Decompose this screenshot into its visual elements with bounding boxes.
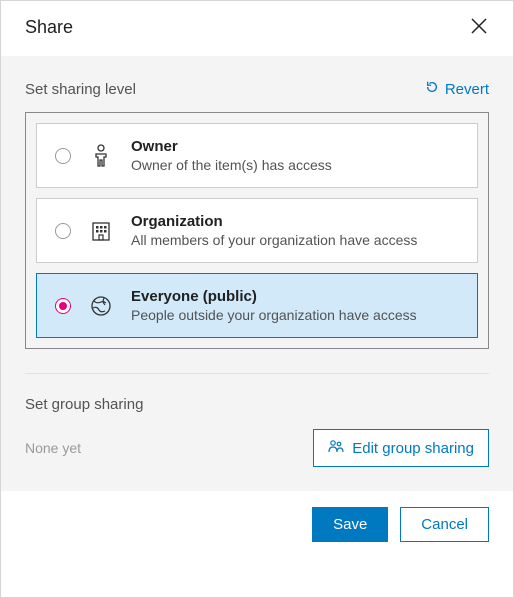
option-organization-title: Organization (131, 213, 459, 230)
edit-group-sharing-label: Edit group sharing (352, 440, 474, 457)
option-everyone[interactable]: Everyone (public) People outside your or… (36, 273, 478, 338)
option-everyone-title: Everyone (public) (131, 288, 459, 305)
option-owner-text: Owner Owner of the item(s) has access (131, 138, 459, 173)
close-button[interactable] (469, 18, 489, 38)
dialog-title: Share (25, 17, 73, 38)
save-button[interactable]: Save (312, 507, 388, 542)
option-everyone-desc: People outside your organization have ac… (131, 307, 459, 323)
revert-icon (425, 80, 439, 98)
dialog-body: Set sharing level Revert Owner Owner of … (1, 56, 513, 491)
close-icon (470, 17, 488, 38)
revert-button[interactable]: Revert (425, 80, 489, 98)
dialog-header: Share (1, 1, 513, 56)
option-everyone-text: Everyone (public) People outside your or… (131, 288, 459, 323)
globe-icon (89, 294, 113, 318)
option-organization-text: Organization All members of your organiz… (131, 213, 459, 248)
option-owner[interactable]: Owner Owner of the item(s) has access (36, 123, 478, 188)
organization-icon (89, 219, 113, 243)
group-sharing-none: None yet (25, 440, 81, 456)
option-organization-desc: All members of your organization have ac… (131, 232, 459, 248)
sharing-level-title: Set sharing level (25, 81, 136, 98)
group-sharing-title: Set group sharing (25, 396, 489, 413)
sharing-level-head: Set sharing level Revert (25, 80, 489, 98)
sharing-level-options: Owner Owner of the item(s) has access Or… (25, 112, 489, 349)
radio-owner (55, 148, 71, 164)
option-organization[interactable]: Organization All members of your organiz… (36, 198, 478, 263)
radio-organization (55, 223, 71, 239)
divider (25, 373, 489, 374)
cancel-button[interactable]: Cancel (400, 507, 489, 542)
radio-everyone (55, 298, 71, 314)
edit-group-sharing-button[interactable]: Edit group sharing (313, 429, 489, 467)
owner-icon (89, 144, 113, 168)
group-sharing-row: None yet Edit group sharing (25, 429, 489, 467)
option-owner-title: Owner (131, 138, 459, 155)
revert-label: Revert (445, 81, 489, 98)
group-icon (328, 438, 344, 458)
option-owner-desc: Owner of the item(s) has access (131, 157, 459, 173)
dialog-footer: Save Cancel (1, 491, 513, 558)
